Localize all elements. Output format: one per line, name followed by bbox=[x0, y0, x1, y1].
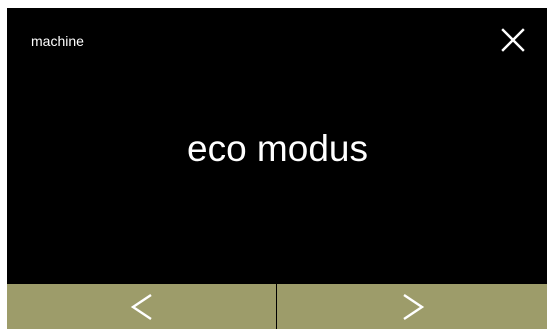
footer-nav bbox=[7, 284, 547, 329]
chevron-left-icon bbox=[130, 293, 152, 320]
close-icon bbox=[501, 28, 525, 52]
previous-button[interactable] bbox=[7, 284, 276, 329]
screen: machine eco modus bbox=[7, 8, 547, 329]
next-button[interactable] bbox=[277, 284, 547, 329]
setting-label: eco modus bbox=[187, 128, 368, 169]
chevron-right-icon bbox=[402, 293, 424, 320]
page-title: machine bbox=[31, 33, 84, 49]
close-button[interactable] bbox=[498, 25, 528, 55]
